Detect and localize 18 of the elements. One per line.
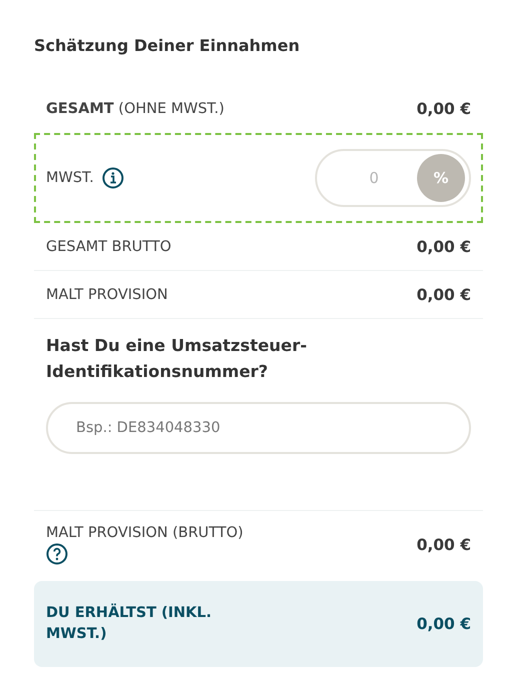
row-value: 0,00 € — [416, 286, 471, 304]
percent-button[interactable]: % — [417, 154, 465, 202]
section-title: Schätzung Deiner Einnahmen — [34, 36, 301, 55]
help-icon[interactable] — [46, 543, 68, 566]
row-label: GESAMT BRUTTO — [46, 238, 172, 254]
row-label: MALT PROVISION — [46, 286, 168, 302]
row-value: 0,00 € — [416, 238, 471, 256]
payout-value: 0,00 € — [416, 615, 471, 634]
vat-rate-field[interactable]: 0 — [331, 168, 417, 188]
row-value: 0,00 € — [416, 536, 471, 554]
vat-id-question: Hast Du eine Umsatzsteuer-Identifikationsnummer? — [46, 335, 308, 383]
info-icon[interactable] — [102, 167, 124, 189]
row-value: 0,00 € — [416, 100, 471, 118]
row-label: MALT PROVISION (BRUTTO) — [46, 525, 244, 542]
row-label: GESAMT (OHNE MWST.) — [46, 101, 224, 117]
row-label: MWST. — [46, 170, 94, 186]
vat-id-field[interactable]: Bsp.: DE834048330 — [46, 402, 471, 454]
payout-label: DU ERHÄLTST (INKL. MWST.) — [46, 603, 213, 644]
